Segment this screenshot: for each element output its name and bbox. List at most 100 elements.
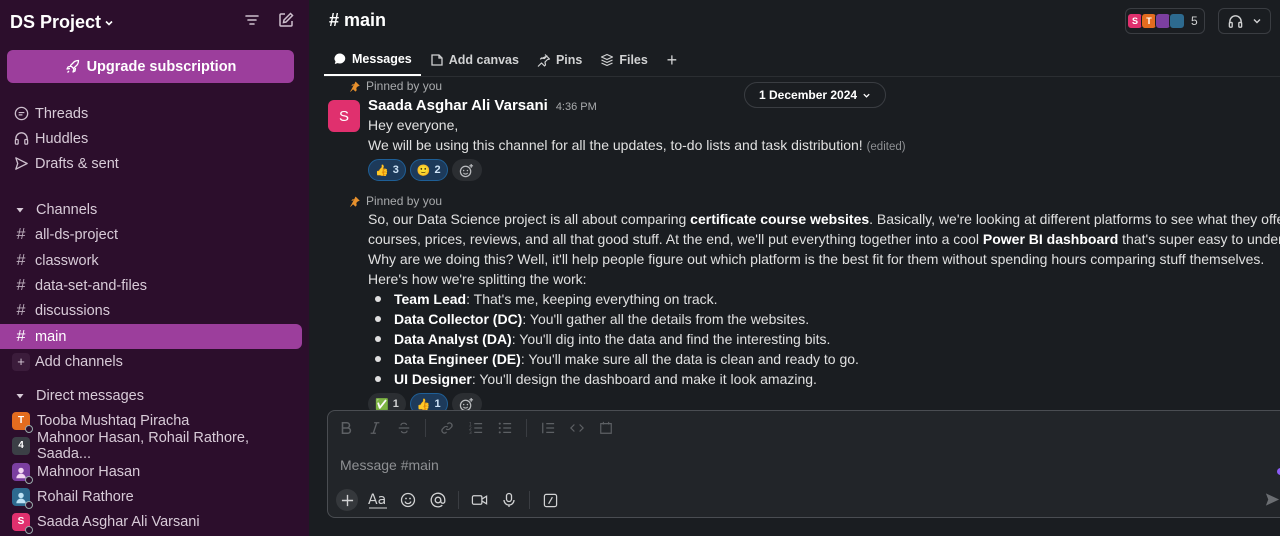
hash-icon: # — [16, 251, 26, 269]
emoji-icon[interactable] — [398, 490, 418, 510]
blockquote-icon[interactable] — [540, 420, 556, 436]
hash-icon: # — [16, 225, 26, 243]
reactions: 👍 3 🙂 2 — [368, 159, 482, 181]
bulleted-list-icon[interactable] — [497, 420, 513, 436]
pinned-label: Pinned by you — [349, 194, 442, 208]
channel-item[interactable]: # discussions — [0, 298, 302, 323]
hash-icon: # — [16, 276, 26, 294]
ordered-list-icon[interactable]: 123 — [468, 420, 484, 436]
presence-icon — [25, 475, 33, 484]
message-text: Why are we doing this? Well, it'll help … — [368, 251, 1265, 267]
channel-item[interactable]: # data-set-and-files — [0, 273, 302, 298]
chevron-down-icon — [105, 20, 113, 26]
compose-icon[interactable] — [277, 11, 295, 29]
list-item: Team Lead: That's me, keeping everything… — [368, 289, 859, 309]
main-pane: # main S T 5 Messages Add canvas Pins Fi — [309, 0, 1280, 536]
add-tab-button[interactable]: + — [657, 44, 687, 76]
edited-label: (edited) — [866, 141, 906, 153]
avatar[interactable]: S — [328, 100, 360, 132]
upgrade-subscription-button[interactable]: Upgrade subscription — [7, 50, 294, 83]
canvas-icon — [431, 54, 443, 66]
video-icon[interactable] — [469, 490, 489, 510]
sidebar: DS Project Upgrade subscription Threads … — [0, 0, 309, 536]
message-header: Saada Asghar Ali Varsani 4:36 PM — [368, 97, 597, 114]
dm-item[interactable]: Mahnoor Hasan — [0, 459, 302, 484]
dm-item[interactable]: Rohail Rathore — [0, 484, 302, 509]
code-block-icon[interactable] — [598, 420, 614, 436]
message-text: So, our Data Science project is all abou… — [368, 211, 1280, 227]
channel-item-active[interactable]: # main — [0, 324, 302, 349]
group-avatar: 4 — [12, 436, 30, 455]
avatar: T — [12, 411, 33, 433]
shortcuts-icon[interactable] — [540, 490, 560, 510]
huddle-button[interactable] — [1218, 8, 1271, 34]
svg-text:Aa: Aa — [368, 492, 386, 508]
pinned-label: Pinned by you — [349, 79, 442, 93]
presence-icon — [25, 424, 33, 433]
nav-huddles[interactable]: Huddles — [0, 126, 302, 151]
tab-pins[interactable]: Pins — [528, 44, 591, 76]
list-item: Data Collector (DC): You'll gather all t… — [368, 309, 859, 329]
link-icon[interactable] — [439, 420, 455, 436]
list-item: Data Engineer (DE): You'll make sure all… — [368, 349, 859, 369]
bold-icon[interactable] — [338, 420, 354, 436]
add-channels-button[interactable]: + Add channels — [0, 349, 302, 374]
italic-icon[interactable] — [367, 420, 383, 436]
tab-add-canvas[interactable]: Add canvas — [421, 44, 528, 76]
workspace-actions — [243, 11, 295, 29]
attach-plus-button[interactable] — [336, 489, 358, 511]
files-icon — [601, 53, 614, 67]
headphones-icon — [12, 130, 30, 148]
timestamp[interactable]: 4:36 PM — [556, 101, 597, 113]
dm-item[interactable]: S Saada Asghar Ali Varsani — [0, 509, 302, 534]
strikethrough-icon[interactable] — [396, 420, 412, 436]
channel-item[interactable]: # classwork — [0, 248, 302, 273]
plus-icon: + — [666, 49, 678, 70]
channel-header: # main S T 5 — [309, 0, 1280, 44]
presence-icon — [25, 525, 33, 534]
channels-section-header[interactable]: Channels — [0, 197, 302, 222]
channel-item[interactable]: # all-ds-project — [0, 222, 302, 247]
pin-icon — [350, 81, 360, 92]
dm-section-header[interactable]: Direct messages — [0, 383, 302, 408]
add-reaction-button[interactable] — [451, 159, 482, 181]
mention-icon[interactable] — [428, 490, 448, 510]
nav-threads[interactable]: Threads — [0, 101, 302, 126]
svg-text:3: 3 — [469, 430, 472, 435]
headphones-icon — [1228, 14, 1243, 28]
reaction-smile[interactable]: 🙂 2 — [409, 159, 448, 181]
pin-icon — [350, 196, 360, 207]
caret-down-icon — [16, 207, 24, 212]
send-icon — [12, 155, 30, 173]
caret-down-icon — [16, 393, 24, 398]
avatar: S — [12, 512, 33, 534]
composer-tools: Aa — [336, 489, 560, 511]
author-name[interactable]: Saada Asghar Ali Varsani — [368, 97, 548, 114]
avatar — [12, 487, 33, 509]
dm-item[interactable]: 4 Mahnoor Hasan, Rohail Rathore, Saada..… — [0, 430, 302, 462]
chevron-down-icon — [1253, 19, 1261, 24]
formatting-toggle-icon[interactable]: Aa — [368, 490, 388, 510]
add-emoji-icon — [459, 163, 474, 177]
tab-files[interactable]: Files — [591, 44, 657, 76]
list-item: Data Analyst (DA): You'll dig into the d… — [368, 329, 859, 349]
microphone-icon[interactable] — [499, 490, 519, 510]
presence-icon — [25, 500, 33, 509]
date-divider[interactable]: 1 December 2024 — [744, 82, 887, 108]
reaction-thumbs-up[interactable]: 👍 3 — [368, 159, 406, 181]
code-icon[interactable] — [569, 420, 585, 436]
tab-messages[interactable]: Messages — [324, 44, 421, 76]
channel-tabs: Messages Add canvas Pins Files + — [324, 44, 1280, 77]
message-text: Hey everyone, — [368, 117, 459, 133]
workspace-switcher[interactable]: DS Project — [10, 10, 114, 34]
workspace-name: DS Project — [10, 11, 102, 32]
nav-drafts-sent[interactable]: Drafts & sent — [0, 151, 302, 176]
members-button[interactable]: S T 5 — [1125, 8, 1205, 34]
channel-title[interactable]: # main — [329, 10, 386, 31]
message-input[interactable] — [340, 455, 1260, 475]
filter-icon[interactable] — [243, 11, 261, 29]
send-icon[interactable] — [1264, 491, 1280, 509]
message-text: We will be using this channel for all th… — [368, 137, 906, 153]
chevron-down-icon — [863, 93, 870, 98]
message-icon — [334, 53, 346, 64]
